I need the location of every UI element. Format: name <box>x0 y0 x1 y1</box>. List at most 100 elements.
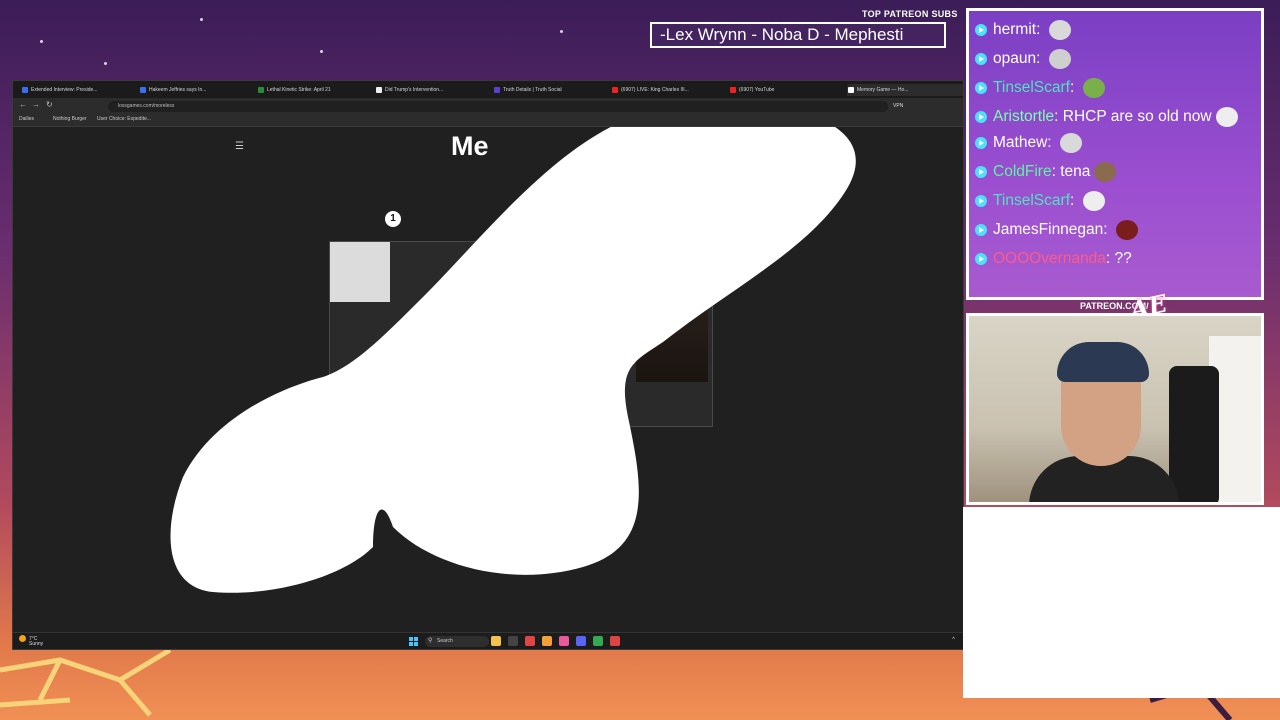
tab-label: Extended Interview: Preside... <box>31 87 98 93</box>
emote-icon <box>1115 219 1138 240</box>
chat-bullet-icon <box>975 166 987 178</box>
top-subs-label: TOP PATREON SUBS <box>862 9 958 19</box>
chat-bullet-icon <box>975 195 987 207</box>
chat-username[interactable]: TinselScarf <box>993 192 1070 209</box>
chat-username[interactable]: ColdFire <box>993 163 1052 180</box>
emote-icon <box>1059 132 1082 153</box>
chat-username[interactable]: Mathew <box>993 134 1047 151</box>
search-icon: ⚲ <box>428 638 433 644</box>
emote-icon <box>1082 77 1105 98</box>
address-bar-row: ← → ↻ lossgames.com/moreless VPN <box>13 98 963 115</box>
web-page: ☰ Me 1 <box>13 127 963 632</box>
tab-label: Truth Details | Truth Social <box>503 87 562 93</box>
chat-text: ?? <box>1114 250 1132 267</box>
windows-start-icon[interactable] <box>409 637 418 646</box>
tab-favicon-icon <box>848 87 854 93</box>
files-icon[interactable] <box>542 636 552 646</box>
chat-text: tena <box>1060 163 1091 180</box>
tab-label: (6907) YouTube <box>739 87 775 93</box>
chat-bullet-icon <box>975 53 987 65</box>
tab-favicon-icon <box>22 87 28 93</box>
chat-box: hermit: opaun: TinselScarf: Aristortle: … <box>966 8 1264 300</box>
chat-text: RHCP are so old now <box>1062 108 1212 125</box>
browser-tab[interactable]: Did Trump's Intervention...× <box>375 84 499 96</box>
browser-tab[interactable]: Extended Interview: Preside...× <box>21 84 145 96</box>
bookmarks-bar: Dailies Nothing Burger User Choice: Expe… <box>13 115 963 127</box>
chat-username[interactable]: Aristortle <box>993 108 1054 125</box>
chat-message: TinselScarf: <box>975 73 1255 102</box>
emote-icon <box>1048 19 1071 40</box>
browser-tab[interactable]: Lethal Kinetic Strike: April 21× <box>257 84 381 96</box>
background-star <box>200 18 203 21</box>
chat-bullet-icon <box>975 82 987 94</box>
browser-tab[interactable]: Truth Details | Truth Social× <box>493 84 617 96</box>
screen-capture: Extended Interview: Preside...×Hakeem Je… <box>12 80 964 650</box>
chrome-icon[interactable] <box>593 636 603 646</box>
weather-widget[interactable]: 7°C Sunny <box>19 635 43 647</box>
taskbar-search[interactable]: ⚲ Search <box>425 636 489 647</box>
forward-icon[interactable]: → <box>32 100 40 109</box>
tab-favicon-icon <box>376 87 382 93</box>
discord-icon[interactable] <box>576 636 586 646</box>
emote-icon <box>1215 106 1238 127</box>
chat-username[interactable]: opaun <box>993 50 1036 67</box>
emote-icon <box>1048 48 1071 69</box>
tab-label: Hakeem Jeffries says In... <box>149 87 207 93</box>
tab-favicon-icon <box>612 87 618 93</box>
blank-panel <box>963 507 1280 698</box>
windows-taskbar: 7°C Sunny ⚲ Search ^ <box>13 632 963 649</box>
browser-tab[interactable]: Hakeem Jeffries says In...× <box>139 84 263 96</box>
chat-username[interactable]: TinselScarf <box>993 79 1070 96</box>
chat-message: OOOOvernanda: ?? <box>975 244 1255 273</box>
chat-message: opaun: <box>975 44 1255 73</box>
background-star <box>320 50 323 53</box>
tab-label: Did Trump's Intervention... <box>385 87 444 93</box>
chat-bullet-icon <box>975 137 987 149</box>
background-star <box>560 30 563 33</box>
reload-icon[interactable]: ↻ <box>46 100 53 109</box>
browser-tab[interactable]: (6907) YouTube× <box>729 84 853 96</box>
bookmark-item[interactable]: Dailies <box>19 116 34 122</box>
bookmark-item[interactable]: Nothing Burger <box>53 116 87 122</box>
chat-bullet-icon <box>975 253 987 265</box>
chat-message: JamesFinnegan: <box>975 215 1255 244</box>
background-star <box>104 62 107 65</box>
photos-icon[interactable] <box>559 636 569 646</box>
chat-message: TinselScarf: <box>975 186 1255 215</box>
emote-icon <box>1082 190 1105 211</box>
browser-tab[interactable]: Memory Game — Ho...× <box>847 84 963 96</box>
file-explorer-icon[interactable] <box>491 636 501 646</box>
chat-bullet-icon <box>975 224 987 236</box>
top-subs-names: -Lex Wrynn - Noba D - Mephesti <box>650 22 946 48</box>
chat-bullet-icon <box>975 111 987 123</box>
app-multicolor-icon[interactable] <box>610 636 620 646</box>
emote-icon <box>1136 249 1158 269</box>
chat-username[interactable]: OOOOvernanda <box>993 250 1106 267</box>
url-field[interactable]: lossgames.com/moreless <box>108 101 888 112</box>
chat-message: ColdFire: tena <box>975 157 1255 186</box>
back-icon[interactable]: ← <box>19 100 27 109</box>
browser-tab-bar: Extended Interview: Preside...×Hakeem Je… <box>13 81 963 98</box>
chat-message: Aristortle: RHCP are so old now <box>975 102 1255 128</box>
chat-username[interactable]: JamesFinnegan <box>993 221 1103 238</box>
tab-favicon-icon <box>730 87 736 93</box>
drawn-overlay-shape <box>170 127 856 593</box>
tab-label: Lethal Kinetic Strike: April 21 <box>267 87 331 93</box>
chat-message: Mathew: <box>975 128 1255 157</box>
browser-red-icon[interactable] <box>525 636 535 646</box>
emote-icon <box>1094 161 1117 182</box>
chat-bullet-icon <box>975 24 987 36</box>
tab-label: (6907) LIVE: King Charles III... <box>621 87 689 93</box>
background-star <box>40 40 43 43</box>
vpn-badge[interactable]: VPN <box>893 103 903 109</box>
chat-message: hermit: <box>975 15 1255 44</box>
tab-label: Memory Game — Ho... <box>857 87 909 93</box>
browser-tab[interactable]: (6907) LIVE: King Charles III...× <box>611 84 735 96</box>
gaming-chair <box>1169 366 1219 502</box>
terminal-icon[interactable] <box>508 636 518 646</box>
sun-icon <box>19 635 26 642</box>
bookmark-item[interactable]: User Choice: Expedite... <box>97 116 151 122</box>
chat-username[interactable]: hermit <box>993 21 1036 38</box>
tab-favicon-icon <box>494 87 500 93</box>
system-tray-chevron-icon[interactable]: ^ <box>952 637 955 643</box>
